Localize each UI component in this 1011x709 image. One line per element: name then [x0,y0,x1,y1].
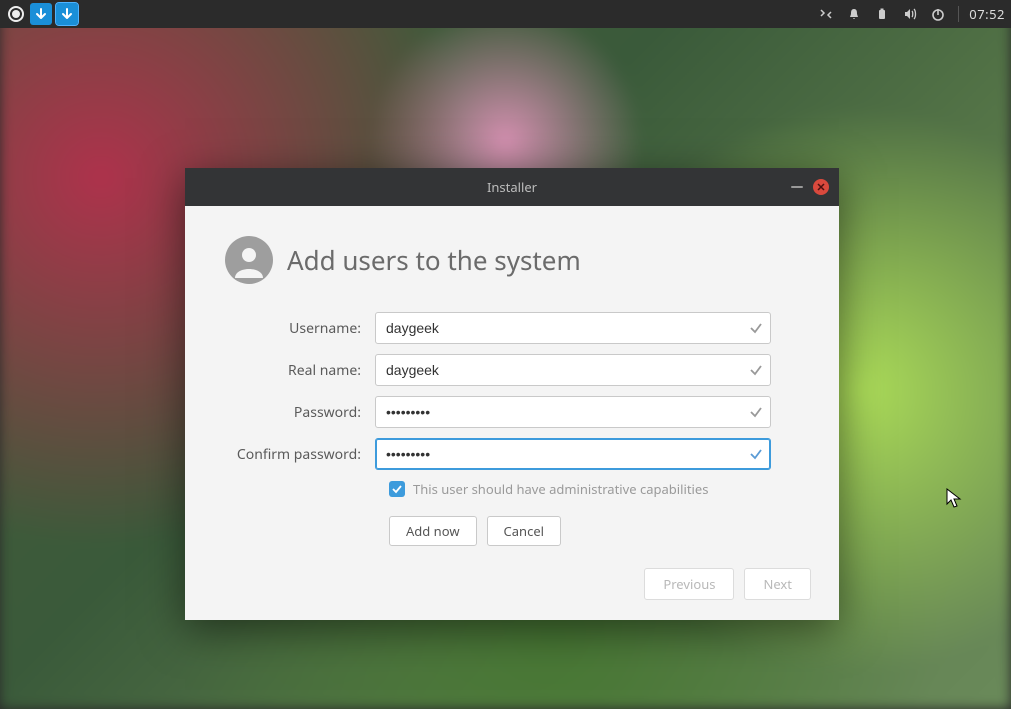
volume-icon[interactable] [900,4,920,24]
clock[interactable]: 07:52 [969,5,1005,23]
page-heading: Add users to the system [287,242,581,278]
panel-divider [958,6,959,22]
cancel-button[interactable]: Cancel [487,516,561,546]
check-icon [749,363,763,377]
username-input[interactable] [375,312,771,344]
check-icon [749,321,763,335]
next-button[interactable]: Next [744,568,811,600]
dialog-content: Add users to the system Username: Real n… [185,206,839,620]
check-icon [749,447,763,461]
username-label: Username: [225,319,375,338]
taskbar-app-2[interactable] [56,3,78,25]
window-title: Installer [487,178,537,196]
notifications-icon[interactable] [844,4,864,24]
previous-button[interactable]: Previous [644,568,734,600]
confirm-password-label: Confirm password: [225,445,375,464]
battery-icon[interactable] [872,4,892,24]
installer-window: Installer Add users to the system Userna… [185,168,839,620]
password-label: Password: [225,403,375,422]
titlebar[interactable]: Installer [185,168,839,206]
taskbar-app-1[interactable] [30,3,52,25]
admin-checkbox-label: This user should have administrative cap… [413,480,708,498]
realname-label: Real name: [225,361,375,380]
minimize-button[interactable] [791,186,803,188]
top-panel: 07:52 [0,0,1011,28]
user-icon [225,236,273,284]
close-button[interactable] [813,179,829,195]
power-icon[interactable] [928,4,948,24]
menu-button[interactable] [6,4,26,24]
add-now-button[interactable]: Add now [389,516,477,546]
password-input[interactable] [375,396,771,428]
admin-checkbox[interactable] [389,481,405,497]
confirm-password-input[interactable] [375,438,771,470]
network-icon[interactable] [816,4,836,24]
check-icon [749,405,763,419]
realname-input[interactable] [375,354,771,386]
